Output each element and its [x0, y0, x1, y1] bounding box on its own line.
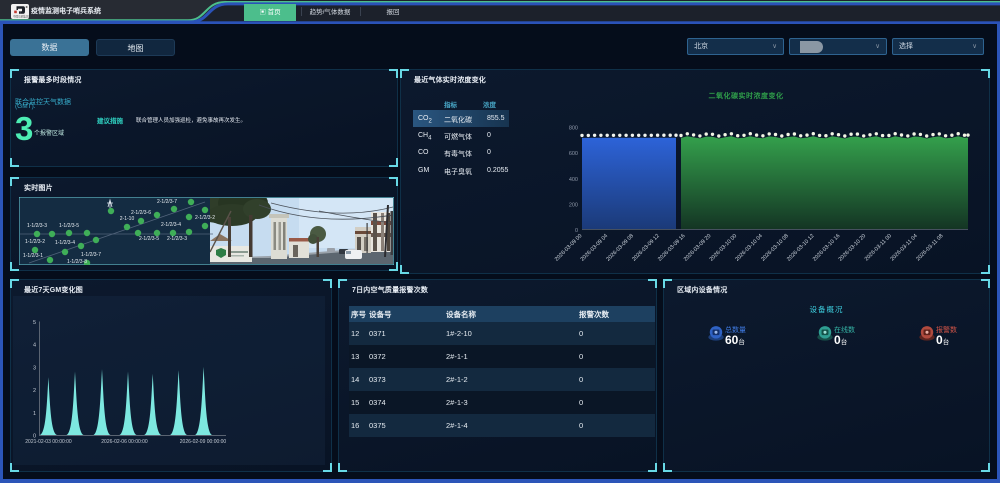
svg-text:2-1/2/3-5: 2-1/2/3-5 [139, 236, 159, 242]
svg-text:600: 600 [569, 151, 578, 157]
svg-text:1-1/2/3-2: 1-1/2/3-2 [25, 239, 45, 245]
svg-text:2026-03-11 08: 2026-03-11 08 [915, 233, 944, 262]
svg-text:800: 800 [569, 126, 578, 132]
svg-text:2021-02-03 00:00:00: 2021-02-03 00:00:00 [25, 439, 72, 445]
svg-text:200: 200 [569, 202, 578, 208]
svg-text:2-1/2/3-7: 2-1/2/3-7 [157, 199, 177, 205]
svg-text:1-1/2/3-3: 1-1/2/3-3 [27, 223, 47, 229]
svg-text:1-1/2/3-7: 1-1/2/3-7 [81, 252, 101, 258]
svg-text:5: 5 [33, 320, 36, 326]
svg-text:0: 0 [575, 228, 578, 234]
svg-text:1: 1 [33, 411, 36, 417]
svg-text:2026-02-09 00:00:00: 2026-02-09 00:00:00 [180, 439, 227, 445]
svg-text:3: 3 [33, 365, 36, 371]
svg-text:2-1/2/3-2: 2-1/2/3-2 [195, 215, 215, 221]
svg-text:1-1/2/3-1: 1-1/2/3-1 [23, 253, 43, 259]
svg-text:中国印刷集团: 中国印刷集团 [13, 14, 29, 18]
svg-text:2-1/2/3-3: 2-1/2/3-3 [167, 236, 187, 242]
svg-text:400: 400 [569, 177, 578, 183]
svg-text:1-1/2/3-4: 1-1/2/3-4 [55, 240, 75, 246]
svg-text:1-1/2/3-8: 1-1/2/3-8 [67, 259, 87, 265]
svg-text:2: 2 [33, 388, 36, 394]
svg-text:2026-02-06 00:00:00: 2026-02-06 00:00:00 [101, 439, 148, 445]
svg-text:1-1/2/3-5: 1-1/2/3-5 [59, 223, 79, 229]
svg-text:2-1-10: 2-1-10 [120, 216, 135, 222]
svg-text:4: 4 [33, 343, 36, 349]
svg-text:2-1/2/3-4: 2-1/2/3-4 [161, 222, 181, 228]
